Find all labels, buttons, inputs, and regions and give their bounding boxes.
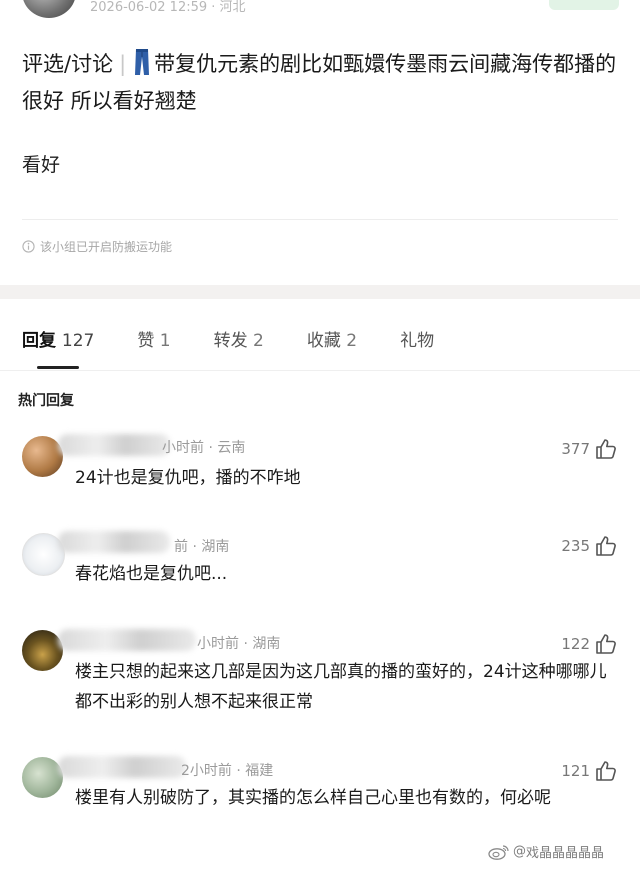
section-gap [0, 285, 640, 299]
post-body: 看好 [22, 154, 61, 176]
like-control[interactable]: 235 [561, 534, 618, 558]
hot-replies-heading: 热门回复 [18, 393, 74, 409]
comment-meta: 2小时前 · 福建 [181, 763, 274, 779]
active-tab-indicator [37, 366, 79, 369]
commenter-avatar[interactable] [22, 630, 63, 671]
tab-gifts[interactable]: 礼物 [400, 326, 434, 351]
anti-repost-notice: 该小组已开启防搬运功能 [22, 238, 172, 255]
comment-text: 24计也是复仇吧，播的不咋地 [75, 468, 301, 488]
author-avatar[interactable] [22, 0, 76, 18]
content-divider [22, 219, 618, 220]
like-control[interactable]: 122 [561, 632, 618, 656]
commenter-avatar[interactable] [22, 757, 63, 798]
title-separator: | [119, 52, 127, 76]
tab-replies[interactable]: 回复 127 [22, 326, 94, 351]
like-count: 122 [561, 635, 590, 653]
tab-likes[interactable]: 赞 1 [137, 326, 170, 351]
tab-replies-count: 127 [61, 331, 95, 351]
tab-favorites-count: 2 [346, 331, 358, 351]
comment-meta: 小时前 · 云南 [162, 440, 246, 456]
like-count: 377 [561, 440, 590, 458]
thumbs-up-icon[interactable] [594, 437, 618, 461]
thumbs-up-icon[interactable] [594, 534, 618, 558]
commenter-avatar[interactable] [22, 436, 63, 477]
title-tag: 评选/讨论 [22, 52, 114, 76]
watermark-prefix: @ [513, 844, 526, 859]
tab-replies-label: 回复 [22, 331, 56, 351]
weibo-logo-icon [488, 844, 509, 860]
comment-text: 楼主只想的起来这几部是因为这几部真的播的蛮好的，24计这种哪哪儿都不出彩的别人想… [75, 662, 607, 712]
commenter-name-blurred[interactable] [58, 629, 196, 651]
tabs-divider [0, 370, 640, 371]
thumbs-up-icon[interactable] [594, 759, 618, 783]
comment-meta: 小时前 · 湖南 [197, 636, 281, 652]
notice-text: 该小组已开启防搬运功能 [40, 240, 173, 254]
commenter-name-blurred[interactable] [58, 531, 170, 553]
comment-meta: 前 · 湖南 [174, 539, 230, 555]
tab-reposts[interactable]: 转发 2 [214, 326, 264, 351]
tab-gifts-label: 礼物 [400, 331, 435, 351]
jeans-icon [135, 49, 150, 75]
tab-reposts-count: 2 [253, 331, 264, 351]
tab-reposts-label: 转发 [213, 331, 248, 351]
thumbs-up-icon[interactable] [594, 632, 618, 656]
tab-likes-label: 赞 [137, 331, 155, 351]
post-header: 2026-06-02 12:59 · 河北 [0, 0, 640, 18]
like-count: 235 [561, 537, 590, 555]
like-control[interactable]: 121 [561, 759, 618, 783]
tab-favorites[interactable]: 收藏 2 [307, 326, 357, 351]
info-icon [22, 240, 35, 253]
commenter-name-blurred[interactable] [58, 756, 186, 778]
comment-text: 春花焰也是复仇吧... [75, 564, 228, 584]
interaction-tabs: 回复 127 赞 1 转发 2 收藏 2 礼物 [22, 326, 477, 351]
like-count: 121 [561, 762, 590, 780]
follow-button[interactable] [549, 0, 619, 10]
post-meta: 2026-06-02 12:59 · 河北 [90, 0, 246, 15]
post-title: 评选/讨论 | 带复仇元素的剧比如甄嬛传墨雨云间藏海传都播的很好 所以看好翘楚 [22, 46, 622, 120]
tab-likes-count: 1 [159, 331, 171, 351]
commenter-name-blurred[interactable] [58, 434, 170, 456]
tab-favorites-label: 收藏 [306, 331, 341, 351]
comment-text: 楼里有人别破防了，其实播的怎么样自己心里也有数的，何必呢 [75, 788, 551, 808]
like-control[interactable]: 377 [561, 437, 618, 461]
watermark-text: 戏晶晶晶晶晶 [526, 846, 605, 861]
weibo-watermark: @ 戏晶晶晶晶晶 [488, 842, 604, 861]
